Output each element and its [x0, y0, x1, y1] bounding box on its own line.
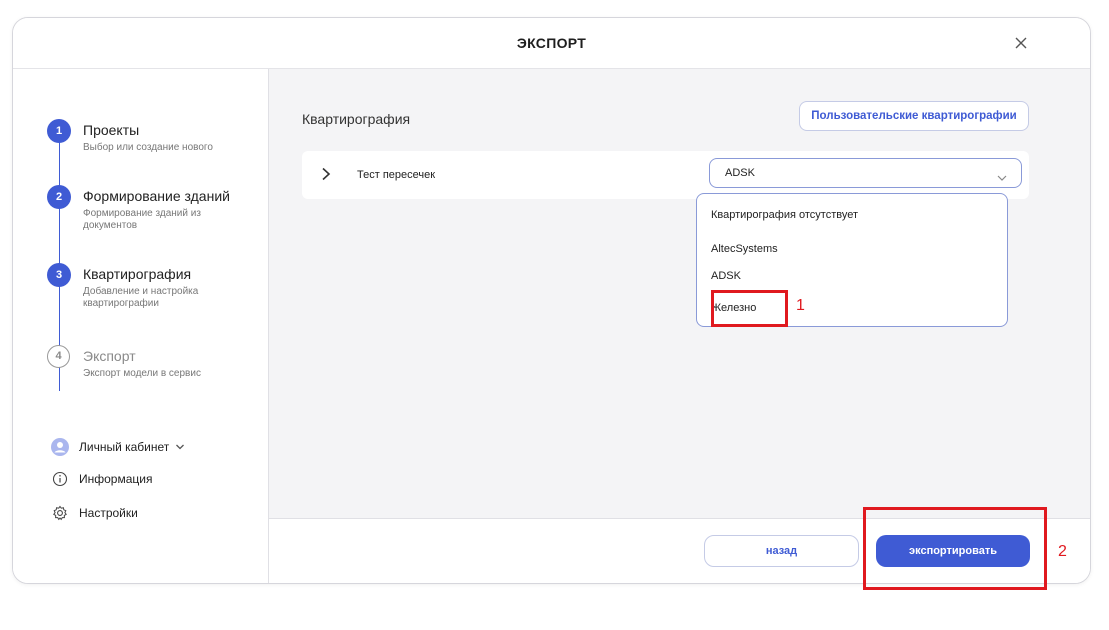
- section-title: Квартирография: [302, 111, 411, 127]
- step-description: Добавление и настройка квартирографии: [83, 286, 199, 309]
- dropdown-option[interactable]: ADSK: [711, 270, 741, 282]
- step-number: 2: [47, 185, 71, 209]
- custom-apartments-button[interactable]: Пользовательские квартирографии: [799, 101, 1029, 131]
- step-number: 3: [47, 263, 71, 287]
- annotation-box-1: [711, 290, 788, 327]
- account-link[interactable]: Личный кабинет: [51, 438, 185, 456]
- annotation-box-2: [863, 507, 1047, 590]
- info-link[interactable]: Информация: [51, 470, 152, 488]
- dropdown-option[interactable]: AltecSystems: [711, 243, 778, 255]
- info-icon: [51, 470, 69, 488]
- step-description: Формирование зданий из документов: [83, 208, 201, 231]
- chevron-down-icon: [175, 443, 185, 451]
- dropdown-option[interactable]: Квартирография отсутствует: [711, 209, 858, 221]
- step-label: Квартирография: [83, 266, 192, 282]
- steps-sidebar: 1 Проекты Выбор или создание нового 2 Фо…: [13, 69, 269, 583]
- apartment-select[interactable]: ADSK: [709, 158, 1022, 188]
- step-number: 4: [47, 345, 70, 368]
- dialog-header: ЭКСПОРТ: [13, 18, 1090, 69]
- step-description: Выбор или создание нового: [83, 142, 213, 153]
- step-label: Формирование зданий: [83, 188, 230, 204]
- dialog-title: ЭКСПОРТ: [516, 35, 587, 51]
- project-row: Тест пересечек ADSK: [302, 151, 1029, 199]
- chevron-right-icon[interactable]: [320, 167, 332, 181]
- close-icon[interactable]: [1010, 32, 1032, 54]
- project-name: Тест пересечек: [357, 169, 436, 181]
- info-label: Информация: [79, 472, 153, 486]
- settings-label: Настройки: [79, 506, 138, 520]
- step-number: 1: [47, 119, 71, 143]
- select-value: ADSK: [725, 167, 755, 179]
- back-button[interactable]: назад: [704, 535, 859, 567]
- chevron-down-icon: [997, 169, 1007, 181]
- gear-icon: [51, 504, 69, 522]
- settings-link[interactable]: Настройки: [51, 504, 138, 522]
- account-label: Личный кабинет: [79, 440, 170, 454]
- annotation-number-1: 1: [796, 297, 805, 314]
- annotation-number-2: 2: [1058, 543, 1067, 560]
- step-label: Проекты: [83, 122, 140, 138]
- step-description: Экспорт модели в сервис: [83, 368, 201, 379]
- user-avatar-icon: [51, 438, 69, 456]
- step-label: Экспорт: [83, 348, 136, 364]
